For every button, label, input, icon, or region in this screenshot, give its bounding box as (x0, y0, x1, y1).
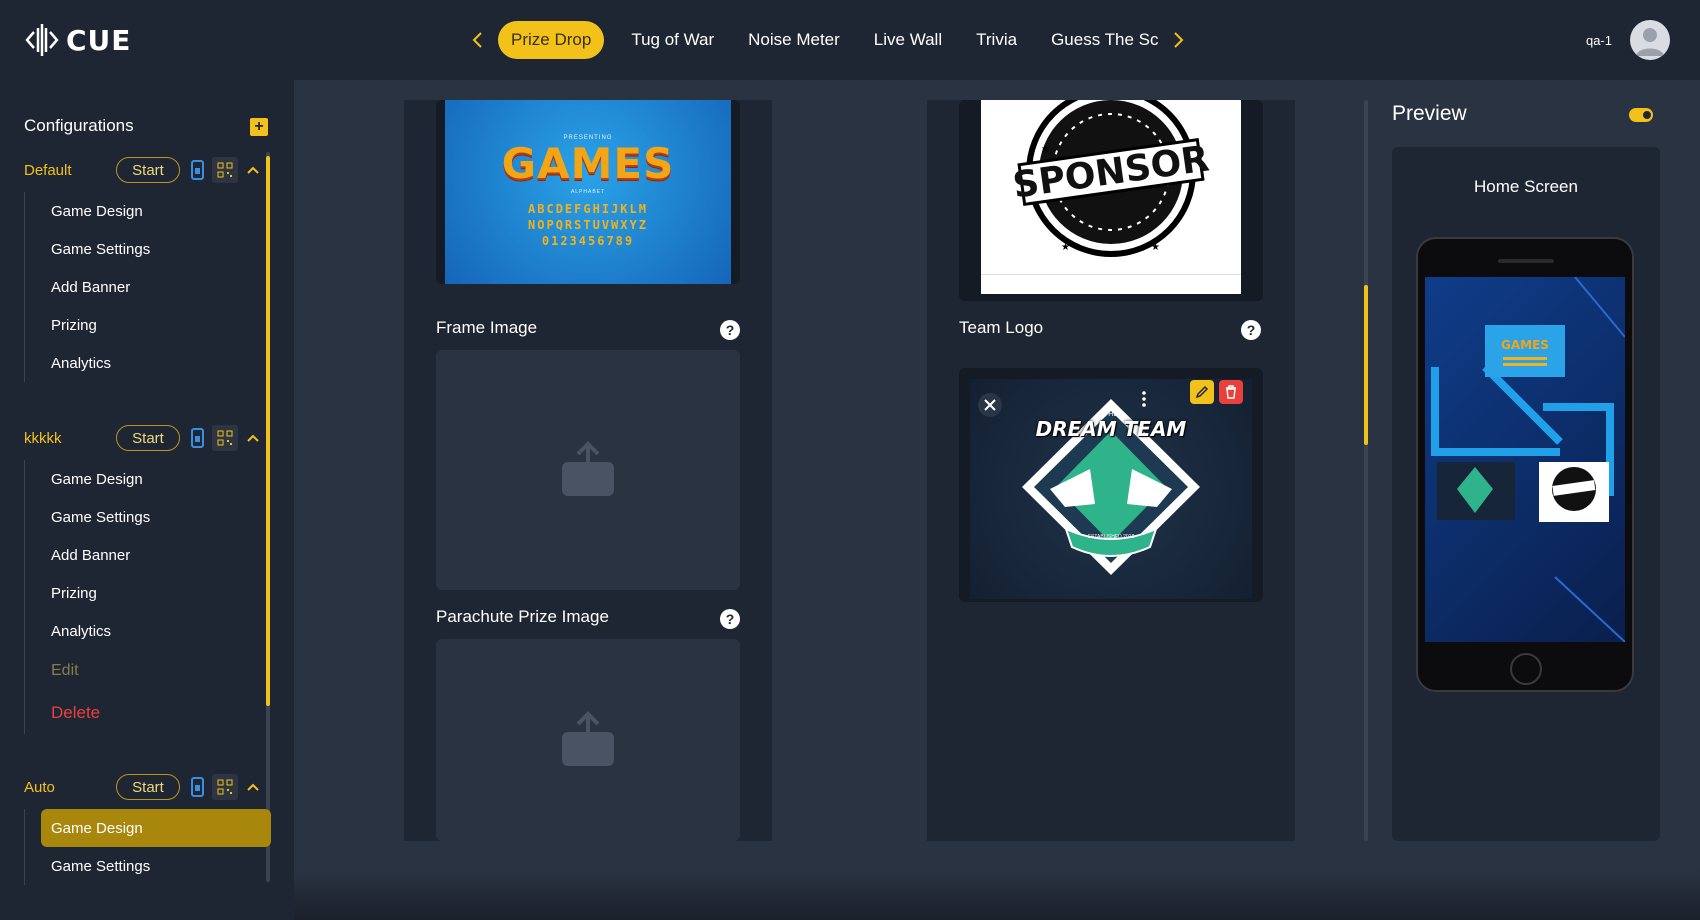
svg-text:★: ★ (1061, 242, 1070, 253)
tab-prize-drop[interactable]: Prize Drop (498, 21, 605, 59)
cue-logo-icon (25, 24, 59, 56)
menu-edit[interactable]: Edit (25, 650, 269, 692)
help-icon[interactable]: ? (720, 320, 740, 340)
configurations-heading: Configurations (24, 116, 134, 135)
config-group-auto: Auto Start Game Design Game Settings (24, 773, 271, 885)
config-name[interactable]: Auto (24, 779, 116, 796)
config-group-default: Default Start Game Design Game Settings … (24, 156, 269, 382)
sidebar: Configurations + Default Start Game Desi… (0, 80, 294, 920)
editor-scrollbar-thumb[interactable] (1364, 285, 1368, 445)
pencil-icon[interactable] (1190, 380, 1214, 404)
mobile-preview-icon[interactable] (190, 776, 204, 798)
svg-text:GAMES: GAMES (1501, 338, 1549, 352)
start-button[interactable]: Start (116, 774, 180, 800)
team-logo-ribbon: ESTABLISHED 2018 (1087, 534, 1135, 540)
user-avatar-icon[interactable] (1630, 20, 1670, 60)
config-menu: Game Design Game Settings (24, 809, 271, 885)
chevron-left-icon[interactable] (462, 21, 492, 59)
mobile-preview-icon[interactable] (190, 427, 204, 449)
menu-prizing[interactable]: Prizing (25, 574, 269, 612)
game-tabs: Prize Drop Tug of War Noise Meter Live W… (462, 21, 1194, 59)
app-logo[interactable]: CUE (24, 22, 131, 58)
banner-title: GAMES (501, 138, 675, 188)
upload-icon (562, 711, 614, 766)
config-group-kkkkk: kkkkk Start Game Design Game Settings Ad… (24, 424, 269, 734)
banner-image-card[interactable]: PRESENTING GAMES ALPHABET ABCDEFGHIJKLM … (436, 100, 740, 284)
banner-line: NOPQRSTUVWXYZ (528, 217, 648, 232)
qr-code-icon[interactable] (212, 157, 238, 183)
chevron-right-icon[interactable] (1164, 21, 1194, 59)
menu-analytics[interactable]: Analytics (25, 612, 269, 650)
tab-trivia[interactable]: Trivia (959, 21, 1034, 59)
phone-preview: GAMES (1416, 237, 1634, 692)
trash-icon[interactable] (1219, 380, 1243, 404)
menu-game-design[interactable]: Game Design (41, 809, 271, 847)
banner-line: 0123456789 (541, 234, 635, 249)
chevron-up-icon[interactable] (246, 163, 260, 177)
logo-text: CUE (66, 23, 132, 57)
tab-guess-the-score[interactable]: Guess The Sc (1034, 21, 1164, 59)
menu-game-settings[interactable]: Game Settings (25, 498, 269, 536)
design-column-left: PRESENTING GAMES ALPHABET ABCDEFGHIJKLM … (404, 100, 772, 841)
frame-image-label: Frame Image (436, 318, 538, 337)
parachute-prize-image-upload[interactable] (436, 639, 740, 841)
banner-subtitle: ALPHABET (570, 188, 606, 195)
config-name[interactable]: Default (24, 162, 116, 179)
menu-add-banner[interactable]: Add Banner (25, 268, 269, 306)
user-name: qa-1 (1585, 32, 1612, 48)
chevron-up-icon[interactable] (246, 431, 260, 445)
svg-text:★: ★ (1151, 242, 1160, 253)
config-menu: Game Design Game Settings Add Banner Pri… (24, 460, 269, 734)
menu-prizing[interactable]: Prizing (25, 306, 269, 344)
tab-tug-of-war[interactable]: Tug of War (614, 21, 731, 59)
sponsor-image-footer (981, 274, 1241, 294)
preview-toggle[interactable] (1629, 108, 1653, 122)
upload-icon (562, 441, 614, 496)
sponsor-image-card[interactable]: ★ ★ ★ ★ SPONSOR (959, 100, 1263, 301)
frame-image-upload[interactable] (436, 350, 740, 590)
config-menu: Game Design Game Settings Add Banner Pri… (24, 192, 269, 382)
games-banner-image: PRESENTING GAMES ALPHABET ABCDEFGHIJKLM … (445, 100, 731, 284)
design-column-right: ★ ★ ★ ★ SPONSOR Team Logo ? (927, 100, 1295, 841)
team-logo-card[interactable]: THE DREAM TEAM ESTABLISHED 2018 (959, 368, 1263, 602)
svg-text:★: ★ (1041, 144, 1050, 155)
menu-game-settings[interactable]: Game Settings (25, 847, 269, 885)
phone-home-button (1510, 653, 1542, 685)
menu-add-banner[interactable]: Add Banner (25, 536, 269, 574)
team-logo-title: DREAM TEAM (1035, 417, 1187, 441)
banner-line: ABCDEFGHIJKLM (528, 201, 648, 216)
team-logo-label: Team Logo (959, 318, 1044, 337)
menu-delete[interactable]: Delete (25, 692, 269, 734)
tab-live-wall[interactable]: Live Wall (857, 21, 959, 59)
start-button[interactable]: Start (116, 157, 180, 183)
qr-code-icon[interactable] (212, 774, 238, 800)
top-bar: CUE Prize Drop Tug of War Noise Meter Li… (0, 0, 1700, 80)
sponsor-image: ★ ★ ★ ★ SPONSOR (981, 100, 1241, 294)
start-button[interactable]: Start (116, 425, 180, 451)
menu-game-settings[interactable]: Game Settings (25, 230, 269, 268)
menu-game-design[interactable]: Game Design (25, 460, 269, 498)
parachute-prize-image-label: Parachute Prize Image (436, 607, 609, 626)
preview-title: Preview (1392, 102, 1467, 125)
preview-panel: Home Screen GAMES (1392, 147, 1660, 841)
user-menu[interactable]: qa-1 (1586, 20, 1670, 60)
editor-area: PRESENTING GAMES ALPHABET ABCDEFGHIJKLM … (294, 80, 1700, 920)
team-logo-image: THE DREAM TEAM ESTABLISHED 2018 (970, 379, 1252, 599)
tab-noise-meter[interactable]: Noise Meter (731, 21, 857, 59)
phone-speaker (1498, 259, 1554, 263)
mobile-preview-icon[interactable] (190, 159, 204, 181)
editor-scrollbar-track[interactable] (1364, 100, 1368, 841)
qr-code-icon[interactable] (212, 425, 238, 451)
config-name[interactable]: kkkkk (24, 430, 116, 447)
editor-footer (294, 870, 1700, 920)
help-icon[interactable]: ? (1241, 320, 1261, 340)
plus-icon[interactable]: + (250, 118, 268, 136)
chevron-up-icon[interactable] (246, 780, 260, 794)
phone-screen: GAMES (1425, 277, 1625, 642)
home-screen-label: Home Screen (1474, 177, 1578, 196)
menu-analytics[interactable]: Analytics (25, 344, 269, 382)
help-icon[interactable]: ? (720, 609, 740, 629)
menu-game-design[interactable]: Game Design (25, 192, 269, 230)
